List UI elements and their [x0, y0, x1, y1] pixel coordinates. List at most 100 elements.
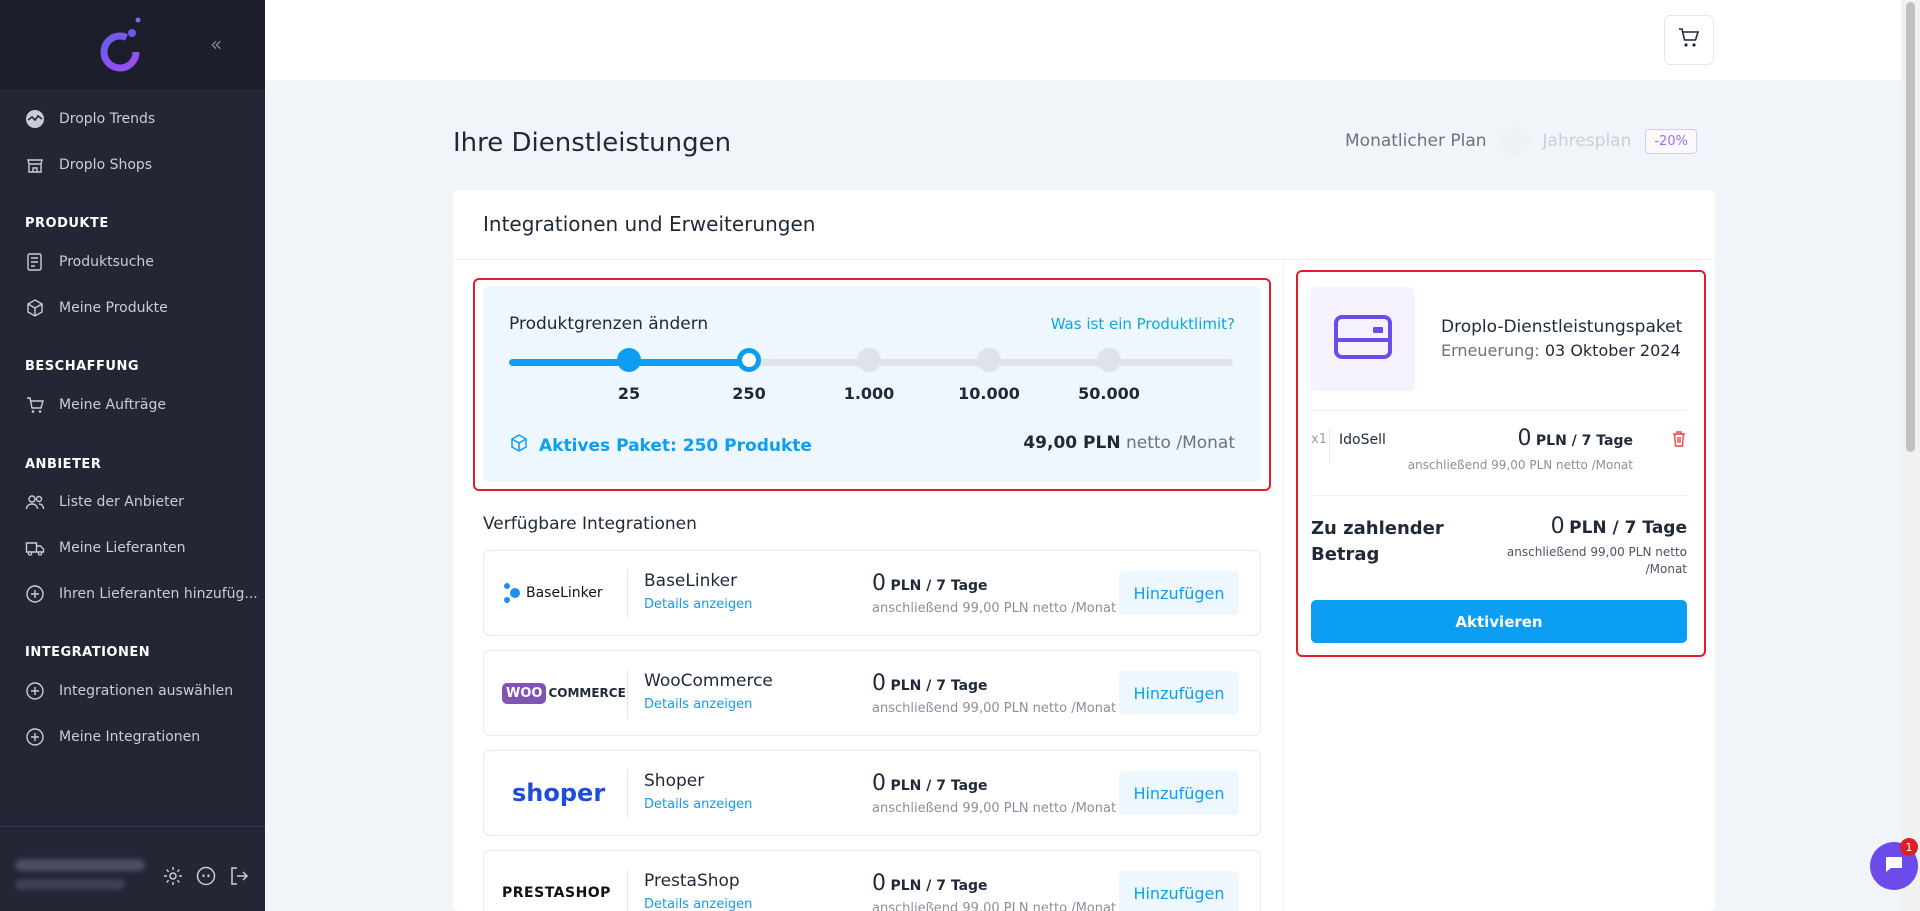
plus-circle-icon — [25, 727, 45, 747]
trends-icon — [25, 109, 45, 129]
chat-bubble-icon — [1882, 852, 1906, 880]
store-icon — [25, 155, 45, 175]
integration-name: WooCommerce — [644, 671, 773, 691]
user-panel — [0, 826, 265, 911]
settings-gear-icon[interactable] — [162, 865, 184, 887]
logout-icon[interactable] — [228, 865, 250, 887]
details-link[interactable]: Details anzeigen — [644, 897, 752, 911]
integration-price: 0 PLN / 7 Tage — [872, 571, 988, 596]
column-divider — [1283, 259, 1284, 911]
add-woocommerce-button[interactable]: Hinzufügen — [1119, 671, 1239, 715]
integration-row-baselinker: BaseLinker BaseLinker Details anzeigen 0… — [483, 550, 1261, 636]
main-content: Ihre Dienstleistungen Monatlicher Plan J… — [265, 0, 1901, 911]
services-card: Integrationen und Erweiterungen Produktg… — [453, 190, 1715, 911]
sidebar-item-label: Liste der Anbieter — [59, 494, 184, 510]
sidebar-item-label: Meine Integrationen — [59, 729, 201, 745]
price-unit: PLN / 7 Tage — [890, 578, 988, 594]
highlight-frame — [1296, 270, 1706, 657]
droplo-logo[interactable] — [96, 14, 148, 76]
scrollbar-thumb[interactable] — [1906, 2, 1915, 452]
prestashop-logo: PRESTASHOP — [502, 873, 612, 911]
price-value: 0 — [872, 871, 886, 896]
price-value: 0 — [872, 571, 886, 596]
sidebar-item-droplo-trends[interactable]: Droplo Trends — [25, 104, 155, 134]
price-subtext: anschließend 99,00 PLN netto /Monat — [872, 701, 1117, 716]
add-baselinker-button[interactable]: Hinzufügen — [1119, 571, 1239, 615]
add-shoper-button[interactable]: Hinzufügen — [1119, 771, 1239, 815]
sidebar: « Droplo Trends Droplo Shops PRODUKTE Pr… — [0, 0, 265, 911]
plan-yearly-label[interactable]: Jahresplan — [1543, 131, 1632, 151]
plus-circle-icon — [25, 681, 45, 701]
sidebar-item-label: Produktsuche — [59, 254, 154, 270]
users-icon — [25, 492, 45, 512]
details-link[interactable]: Details anzeigen — [644, 697, 752, 712]
baselinker-logo: BaseLinker — [502, 573, 612, 613]
sidebar-item-lieferanten-hinzufuegen[interactable]: Ihren Lieferanten hinzufüg... — [25, 579, 258, 609]
sidebar-item-integrationen-auswaehlen[interactable]: Integrationen auswählen — [25, 676, 233, 706]
sidebar-item-label: Meine Lieferanten — [59, 540, 186, 556]
discount-badge: -20% — [1645, 128, 1697, 154]
shoper-logo: shoper — [502, 773, 612, 813]
cart-icon — [1677, 26, 1701, 54]
price-unit: PLN / 7 Tage — [890, 878, 988, 894]
sidebar-item-meine-auftraege[interactable]: Meine Aufträge — [25, 390, 166, 420]
section-integrationen: INTEGRATIONEN — [25, 645, 151, 660]
available-integrations-title: Verfügbare Integrationen — [483, 514, 697, 534]
integration-price: 0 PLN / 7 Tage — [872, 871, 988, 896]
integration-price: 0 PLN / 7 Tage — [872, 771, 988, 796]
feedback-chat-icon[interactable] — [195, 865, 217, 887]
sidebar-item-label: Integrationen auswählen — [59, 683, 234, 699]
separator — [627, 569, 628, 619]
sidebar-item-label: Droplo Trends — [59, 111, 156, 127]
details-link[interactable]: Details anzeigen — [644, 597, 752, 612]
truck-icon — [25, 538, 45, 558]
plan-switch[interactable] — [1500, 127, 1529, 155]
integration-row-woocommerce: WOO COMMERCE WooCommerce Details anzeige… — [483, 650, 1261, 736]
section-beschaffung: BESCHAFFUNG — [25, 359, 140, 374]
plus-circle-icon — [25, 584, 45, 604]
plan-monthly-label[interactable]: Monatlicher Plan — [1345, 131, 1487, 151]
sidebar-item-label: Droplo Shops — [59, 157, 153, 173]
top-bar — [265, 0, 1901, 80]
price-value: 0 — [872, 771, 886, 796]
price-unit: PLN / 7 Tage — [890, 778, 988, 794]
sidebar-item-meine-lieferanten[interactable]: Meine Lieferanten — [25, 533, 186, 563]
divider — [453, 259, 1715, 260]
sidebar-item-produktsuche[interactable]: Produktsuche — [25, 247, 154, 277]
cart-button[interactable] — [1664, 15, 1714, 65]
price-subtext: anschließend 99,00 PLN netto /Monat — [872, 801, 1117, 816]
price-unit: PLN / 7 Tage — [890, 678, 988, 694]
integration-name: PrestaShop — [644, 871, 740, 891]
sidebar-header: « — [0, 0, 265, 89]
woocommerce-logo: WOO COMMERCE — [502, 673, 626, 713]
page-scrollbar[interactable] — [1901, 0, 1920, 911]
sidebar-item-liste-der-anbieter[interactable]: Liste der Anbieter — [25, 487, 184, 517]
sidebar-item-droplo-shops[interactable]: Droplo Shops — [25, 150, 152, 180]
integration-row-shoper: shoper Shoper Details anzeigen 0 PLN / 7… — [483, 750, 1261, 836]
integration-name: BaseLinker — [644, 571, 738, 591]
add-prestashop-button[interactable]: Hinzufügen — [1119, 871, 1239, 911]
shoper-logo-text: shoper — [512, 779, 606, 807]
prestashop-logo-text: PRESTASHOP — [502, 885, 611, 901]
separator — [627, 869, 628, 911]
section-produkte: PRODUKTE — [25, 216, 109, 231]
sidebar-item-meine-produkte[interactable]: Meine Produkte — [25, 293, 168, 323]
sidebar-item-label: Meine Aufträge — [59, 397, 166, 413]
section-anbieter: ANBIETER — [25, 457, 102, 472]
cart-icon — [25, 395, 45, 415]
integration-row-prestashop: PRESTASHOP PrestaShop Details anzeigen 0… — [483, 850, 1261, 911]
billing-plan-toggle[interactable]: Monatlicher Plan Jahresplan -20% — [1345, 127, 1697, 155]
sidebar-item-meine-integrationen[interactable]: Meine Integrationen — [25, 722, 200, 752]
integration-price: 0 PLN / 7 Tage — [872, 671, 988, 696]
list-search-icon — [25, 252, 45, 272]
price-subtext: anschließend 99,00 PLN netto /Monat — [872, 601, 1117, 616]
sidebar-item-label: Meine Produkte — [59, 300, 168, 316]
collapse-sidebar-icon[interactable]: « — [210, 34, 230, 54]
details-link[interactable]: Details anzeigen — [644, 797, 752, 812]
integration-name: Shoper — [644, 771, 705, 791]
highlight-frame — [473, 278, 1271, 491]
chat-notification-badge: 1 — [1900, 838, 1918, 856]
user-email-redacted — [15, 879, 125, 890]
page-title: Ihre Dienstleistungen — [453, 128, 732, 158]
price-subtext: anschließend 99,00 PLN netto /Monat — [872, 901, 1117, 911]
